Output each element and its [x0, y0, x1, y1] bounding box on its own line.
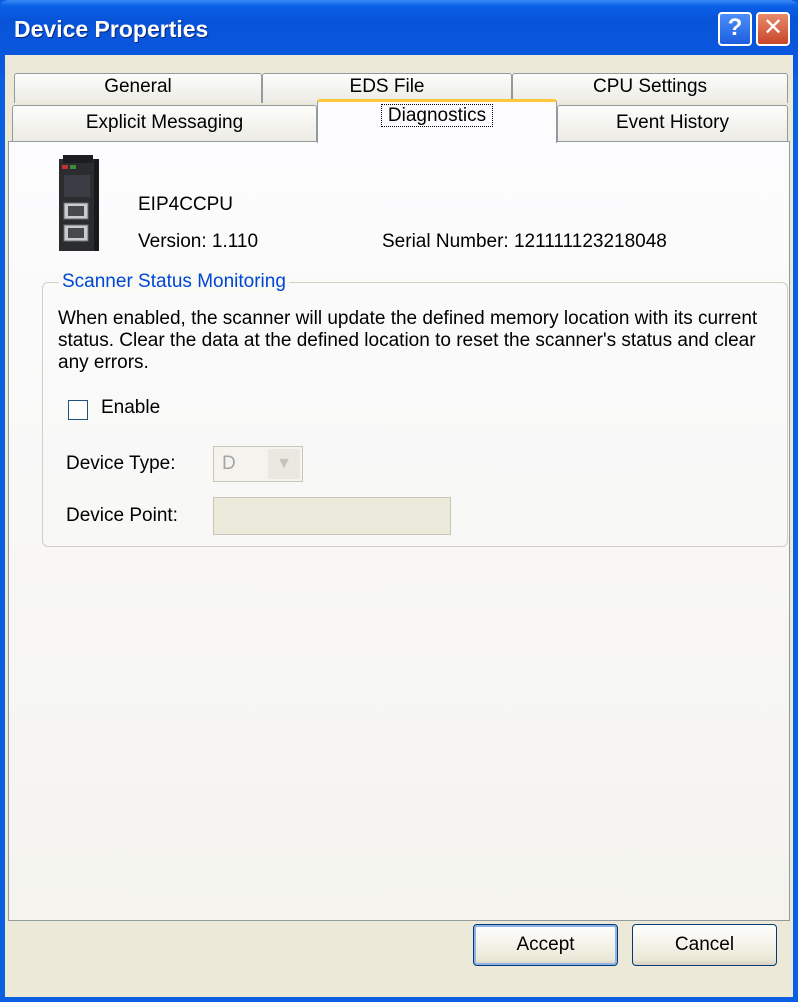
- tab-label: Event History: [616, 112, 729, 133]
- device-module-icon: [59, 155, 99, 251]
- accept-button[interactable]: Accept: [473, 924, 618, 966]
- tab-label: General: [104, 76, 172, 97]
- diagnostics-panel: EIP4CCPU Version: 1.110 Serial Number: 1…: [8, 141, 790, 921]
- device-properties-window: Device Properties ? ✕ General EDS File C…: [0, 0, 798, 1002]
- chevron-down-icon[interactable]: ▼: [268, 449, 300, 479]
- device-type-value: D: [222, 453, 236, 474]
- close-icon: ✕: [762, 14, 784, 41]
- tab-label: CPU Settings: [592, 76, 708, 97]
- enable-checkbox[interactable]: [68, 400, 88, 420]
- enable-label[interactable]: Enable: [101, 397, 160, 419]
- device-version: Version: 1.110: [138, 231, 259, 252]
- tab-explicit-messaging[interactable]: Explicit Messaging: [12, 105, 317, 141]
- device-name: EIP4CCPU: [138, 194, 234, 215]
- scanner-status-monitoring-group: Scanner Status Monitoring When enabled, …: [42, 271, 788, 547]
- device-point-field[interactable]: [213, 497, 451, 535]
- device-serial-number: Serial Number: 121111123218048: [382, 231, 667, 252]
- tab-label: Diagnostics: [380, 104, 494, 127]
- close-button[interactable]: ✕: [756, 12, 790, 46]
- tab-general[interactable]: General: [14, 73, 262, 103]
- window-title: Device Properties: [14, 16, 209, 42]
- tab-diagnostics[interactable]: Diagnostics: [317, 99, 557, 143]
- scanner-description: When enabled, the scanner will update th…: [58, 308, 758, 373]
- help-icon: ?: [727, 14, 743, 41]
- device-point-label: Device Point:: [66, 505, 178, 526]
- help-button[interactable]: ?: [718, 12, 752, 46]
- device-type-select[interactable]: D ▼: [213, 446, 303, 482]
- tab-label: Explicit Messaging: [85, 112, 244, 133]
- cancel-button[interactable]: Cancel: [632, 924, 777, 966]
- dialog-client-area: General EDS File CPU Settings Explicit M…: [5, 55, 793, 997]
- tab-label: EDS File: [349, 76, 425, 97]
- cancel-label: Cancel: [674, 934, 735, 955]
- tab-event-history[interactable]: Event History: [557, 105, 788, 141]
- group-title: Scanner Status Monitoring: [59, 271, 289, 293]
- device-type-label: Device Type:: [66, 453, 176, 474]
- accept-label: Accept: [516, 934, 575, 955]
